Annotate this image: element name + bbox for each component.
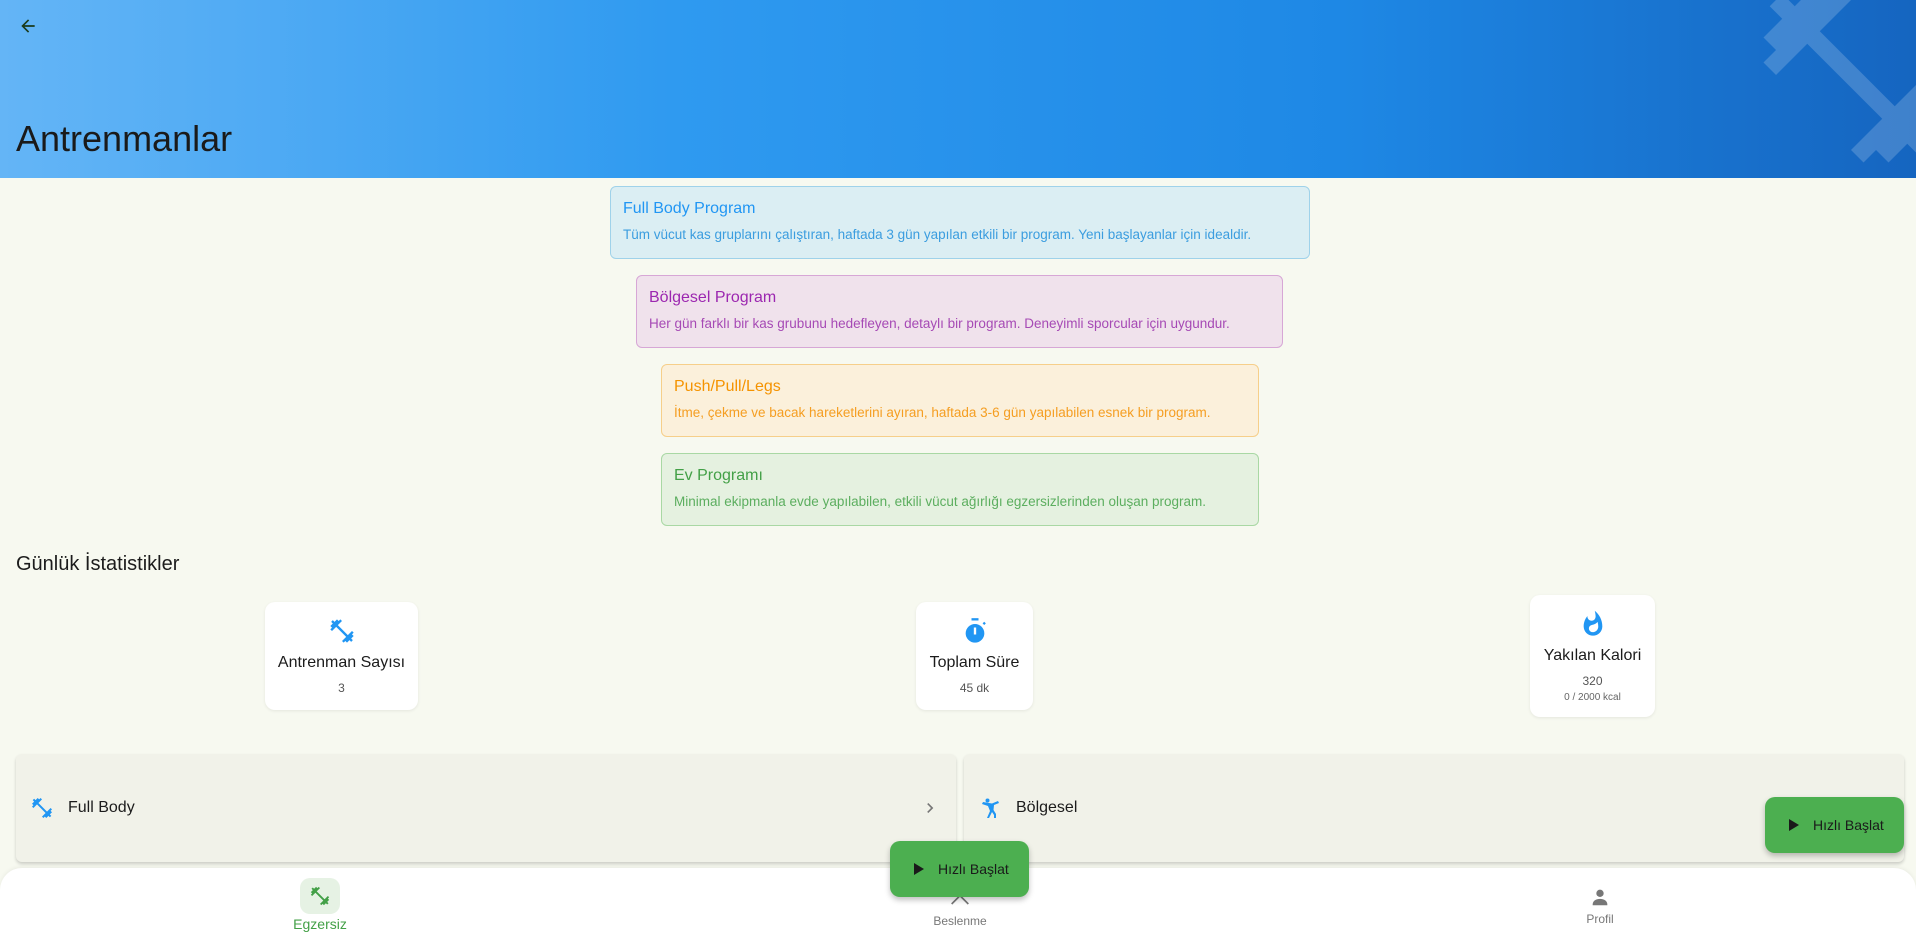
stat-value: 320 bbox=[1582, 674, 1603, 688]
program-card-home[interactable]: Ev Programı Minimal ekipmanla evde yapıl… bbox=[661, 453, 1259, 526]
program-card-regional[interactable]: Bölgesel Program Her gün farklı bir kas … bbox=[636, 275, 1283, 348]
stat-value: 3 bbox=[338, 681, 345, 695]
stat-title: Toplam Süre bbox=[929, 654, 1020, 671]
program-title: Ev Programı bbox=[674, 467, 763, 484]
stat-card-total-time: Toplam Süre 45 dk bbox=[916, 602, 1033, 710]
arrow-back-icon bbox=[21, 19, 35, 33]
dumbbell-icon bbox=[32, 798, 52, 818]
category-label: Bölgesel bbox=[1016, 799, 1078, 816]
flame-icon bbox=[1583, 610, 1602, 636]
category-label: Full Body bbox=[68, 799, 135, 816]
back-button[interactable] bbox=[14, 12, 42, 40]
dumbbell-decoration-icon bbox=[1763, 0, 1916, 163]
quick-start-button-center[interactable]: Hızlı Başlat bbox=[890, 841, 1029, 897]
play-icon bbox=[1789, 819, 1799, 831]
program-card-full-body[interactable]: Full Body Program Tüm vücut kas grupları… bbox=[610, 186, 1310, 259]
program-description: Her gün farklı bir kas grubunu hedefleye… bbox=[649, 316, 1230, 331]
gymnastics-icon bbox=[982, 798, 999, 818]
dumbbell-icon bbox=[310, 886, 330, 906]
nav-item-nutrition[interactable]: Beslenme bbox=[900, 892, 1020, 928]
nav-item-exercise[interactable]: Egzersiz bbox=[276, 878, 364, 932]
program-title: Bölgesel Program bbox=[649, 289, 777, 306]
stat-value: 45 dk bbox=[959, 681, 990, 695]
program-title: Push/Pull/Legs bbox=[674, 378, 781, 395]
stat-card-calories: Yakılan Kalori 320 0 / 2000 kcal bbox=[1530, 595, 1655, 717]
chevron-right-icon bbox=[927, 803, 934, 813]
quick-start-label: Hızlı Başlat bbox=[938, 861, 1009, 877]
timer-icon bbox=[965, 618, 986, 643]
quick-start-button[interactable]: Hızlı Başlat bbox=[1765, 797, 1904, 853]
stat-title: Yakılan Kalori bbox=[1543, 647, 1642, 664]
nav-item-profile[interactable]: Profil bbox=[1560, 886, 1640, 926]
nav-label: Beslenme bbox=[933, 914, 987, 928]
nav-label: Profil bbox=[1586, 912, 1614, 926]
person-icon bbox=[1592, 889, 1608, 906]
stat-subtext: 0 / 2000 kcal bbox=[1564, 692, 1621, 703]
play-icon bbox=[914, 863, 924, 875]
quick-start-label: Hızlı Başlat bbox=[1813, 817, 1884, 833]
program-description: İtme, çekme ve bacak hareketlerini ayıra… bbox=[674, 405, 1211, 420]
dumbbell-icon bbox=[329, 619, 354, 643]
app-header: Antrenmanlar bbox=[0, 0, 1916, 178]
program-description: Minimal ekipmanla evde yapılabilen, etki… bbox=[674, 494, 1207, 509]
stat-title: Antrenman Sayısı bbox=[277, 654, 406, 671]
program-card-push-pull-legs[interactable]: Push/Pull/Legs İtme, çekme ve bacak hare… bbox=[661, 364, 1259, 437]
program-description: Tüm vücut kas gruplarını çalıştıran, haf… bbox=[623, 227, 1252, 242]
program-title: Full Body Program bbox=[623, 200, 756, 217]
page-title: Antrenmanlar bbox=[16, 118, 233, 159]
nav-label: Egzersiz bbox=[293, 916, 347, 932]
stat-card-workout-count: Antrenman Sayısı 3 bbox=[265, 602, 418, 710]
category-tile-regional[interactable]: Bölgesel bbox=[964, 754, 1904, 862]
stats-section-title: Günlük İstatistikler bbox=[16, 553, 180, 575]
category-tile-full-body[interactable]: Full Body bbox=[16, 754, 956, 862]
